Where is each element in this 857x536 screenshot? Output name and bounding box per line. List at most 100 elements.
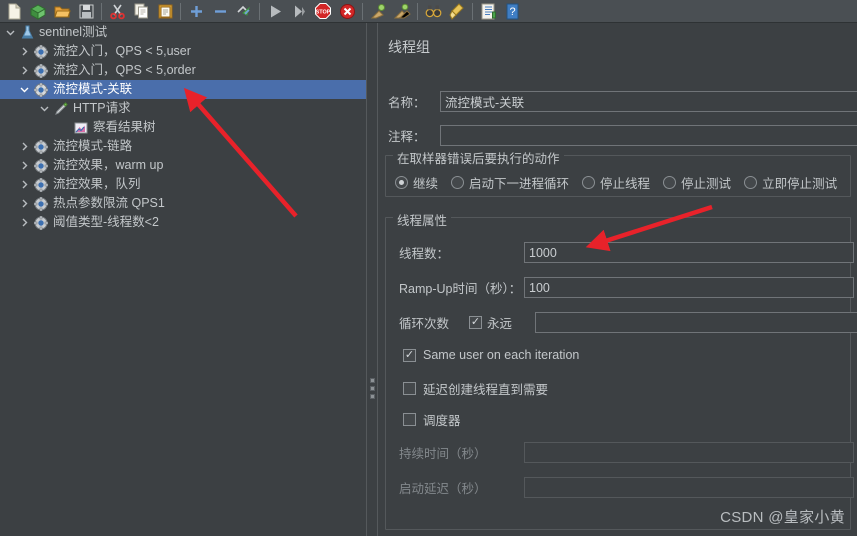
chevron-right-icon[interactable] — [16, 61, 32, 80]
start-icon[interactable] — [263, 1, 287, 22]
tree-node-label: 察看结果树 — [93, 120, 156, 134]
radio-label: 继续 — [413, 177, 439, 191]
tree-node-thread-group-selected[interactable]: 流控模式-关联 — [0, 80, 366, 99]
chevron-right-icon[interactable] — [16, 175, 32, 194]
name-label: 名称： — [388, 96, 426, 110]
chevron-down-icon[interactable] — [36, 99, 52, 118]
clear-all-icon[interactable] — [390, 1, 414, 22]
shutdown-icon[interactable] — [335, 1, 359, 22]
comment-input[interactable] — [440, 125, 857, 146]
splitter-grip[interactable] — [370, 378, 375, 402]
scheduler-checkbox[interactable] — [403, 413, 416, 426]
main-toolbar: STOP ? — [0, 0, 857, 23]
tree-node-label: 流控入门，QPS < 5,order — [53, 63, 196, 77]
tree-node-thread-group[interactable]: 流控入门，QPS < 5,order — [0, 61, 366, 80]
expand-all-icon[interactable] — [184, 1, 208, 22]
radio-start-next-loop[interactable]: 启动下一进程循环 — [451, 173, 569, 192]
tree-node-thread-group[interactable]: 流控入门，QPS < 5,user — [0, 42, 366, 61]
panel-splitter[interactable] — [366, 23, 378, 536]
scheduler-label: 调度器 — [423, 414, 461, 428]
stop-icon[interactable]: STOP — [311, 1, 335, 22]
copy-icon[interactable] — [129, 1, 153, 22]
radio-mark-icon[interactable] — [663, 176, 677, 189]
forever-checkbox[interactable]: ✓ — [469, 316, 482, 329]
svg-text:STOP: STOP — [316, 10, 331, 16]
error-action-radio-group[interactable]: 继续 启动下一进程循环 停止线程 停止测试 立即停止测试 — [395, 173, 850, 192]
threads-input[interactable] — [524, 242, 854, 263]
toolbar-separator — [472, 2, 473, 20]
toolbar-separator — [180, 2, 181, 20]
svg-text:?: ? — [509, 6, 515, 18]
radio-stop-thread[interactable]: 停止线程 — [582, 173, 650, 192]
test-plan-tree[interactable]: sentinel测试 流控入门，QPS < 5,user 流控入门，QPS < … — [0, 23, 366, 536]
rampup-input[interactable] — [524, 277, 854, 298]
chevron-right-icon[interactable] — [16, 42, 32, 61]
radio-mark-icon[interactable] — [451, 176, 465, 189]
same-user-checkbox[interactable]: ✓ — [403, 348, 416, 362]
cut-icon[interactable] — [105, 1, 129, 22]
chevron-down-icon[interactable] — [2, 23, 18, 42]
radio-mark-icon[interactable] — [744, 176, 758, 189]
chevron-right-icon[interactable] — [16, 156, 32, 175]
same-user-label: Same user on each iteration — [423, 348, 580, 362]
duration-input[interactable] — [524, 442, 854, 463]
radio-mark-icon[interactable] — [395, 176, 408, 189]
tree-node-view-results-tree[interactable]: 察看结果树 — [0, 118, 366, 137]
same-user-row[interactable]: ✓ Same user on each iteration — [403, 348, 579, 362]
thread-group-icon — [32, 61, 50, 80]
tree-node-test-plan[interactable]: sentinel测试 — [0, 23, 366, 42]
chevron-right-icon[interactable] — [16, 213, 32, 232]
search-icon[interactable] — [421, 1, 445, 22]
radio-stop-test[interactable]: 停止测试 — [663, 173, 731, 192]
tree-node-thread-group[interactable]: 流控模式-链路 — [0, 137, 366, 156]
chevron-right-icon[interactable] — [16, 194, 32, 213]
delay-create-row[interactable]: 延迟创建线程直到需要 — [403, 379, 548, 398]
thread-group-icon — [32, 80, 50, 99]
function-helper-icon[interactable] — [476, 1, 500, 22]
threads-label: 线程数： — [399, 247, 450, 261]
radio-mark-icon[interactable] — [582, 176, 596, 189]
http-sampler-icon — [52, 99, 70, 118]
tree-node-thread-group[interactable]: 流控效果，warm up — [0, 156, 366, 175]
new-icon[interactable] — [2, 1, 26, 22]
radio-label: 立即停止测试 — [762, 177, 838, 191]
open-folder-icon[interactable] — [50, 1, 74, 22]
delay-create-checkbox[interactable] — [403, 382, 416, 395]
startup-delay-input[interactable] — [524, 477, 854, 498]
chevron-right-icon[interactable] — [16, 137, 32, 156]
tree-node-label: 流控模式-关联 — [53, 82, 133, 96]
radio-continue[interactable]: 继续 — [395, 173, 438, 192]
toolbar-separator — [101, 2, 102, 20]
save-icon[interactable] — [74, 1, 98, 22]
threads-row: 线程数： — [399, 242, 854, 263]
chevron-down-icon[interactable] — [16, 80, 32, 99]
toolbar-separator — [259, 2, 260, 20]
tree-node-thread-group[interactable]: 热点参数限流 QPS1 — [0, 194, 366, 213]
thread-group-icon — [32, 156, 50, 175]
duration-label: 持续时间（秒） — [399, 447, 487, 461]
test-plan-icon — [18, 23, 36, 42]
help-icon[interactable]: ? — [500, 1, 524, 22]
reset-search-icon[interactable] — [445, 1, 469, 22]
duration-row: 持续时间（秒） — [399, 442, 854, 463]
clear-icon[interactable] — [366, 1, 390, 22]
tree-node-label: 流控效果，warm up — [53, 158, 164, 172]
radio-label: 停止线程 — [600, 177, 651, 191]
toggle-icon[interactable] — [232, 1, 256, 22]
forever-label: 永远 — [487, 317, 513, 331]
thread-group-icon — [32, 213, 50, 232]
collapse-all-icon[interactable] — [208, 1, 232, 22]
paste-icon[interactable] — [153, 1, 177, 22]
tree-node-http-sampler[interactable]: HTTP请求 — [0, 99, 366, 118]
tree-node-label: 流控模式-链路 — [53, 139, 133, 153]
start-no-timers-icon[interactable] — [287, 1, 311, 22]
templates-icon[interactable] — [26, 1, 50, 22]
tree-node-thread-group[interactable]: 阈值类型-线程数<2 — [0, 213, 366, 232]
radio-stop-test-now[interactable]: 立即停止测试 — [744, 173, 837, 192]
scheduler-row[interactable]: 调度器 — [403, 410, 461, 429]
name-input[interactable] — [440, 91, 857, 112]
loops-input[interactable] — [535, 312, 857, 333]
view-results-tree-icon — [72, 118, 90, 137]
tree-node-thread-group[interactable]: 流控效果，队列 — [0, 175, 366, 194]
tree-node-label: 阈值类型-线程数<2 — [53, 215, 159, 229]
